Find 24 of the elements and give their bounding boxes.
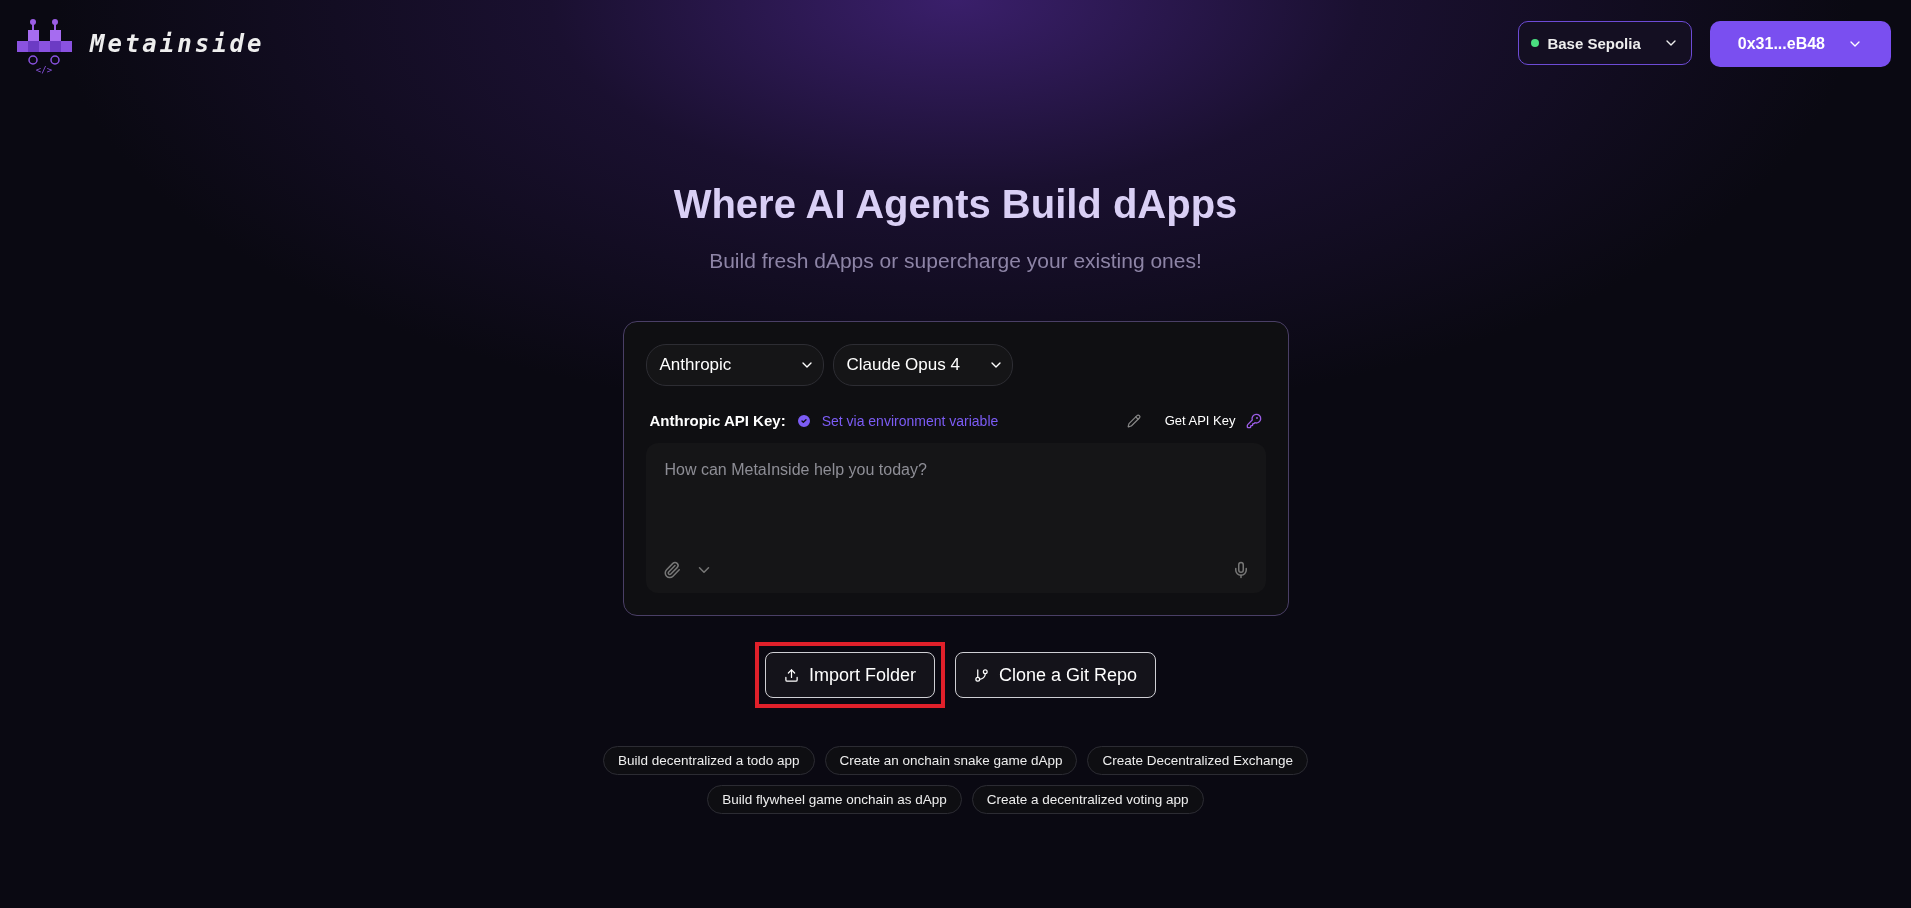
suggestion-chip[interactable]: Create an onchain snake game dApp bbox=[824, 746, 1078, 775]
wallet-button[interactable]: 0x31...eB48 bbox=[1709, 21, 1891, 67]
action-button[interactable]: Import Folder bbox=[764, 652, 935, 698]
prompt-box[interactable]: How can MetaInside help you today? bbox=[645, 443, 1266, 593]
logo-text: Metainside bbox=[90, 30, 265, 58]
key-icon bbox=[1245, 412, 1262, 429]
model-select[interactable]: Claude Opus 4 bbox=[832, 344, 1013, 386]
suggestion-chip[interactable]: Create a decentralized voting app bbox=[971, 785, 1204, 814]
branch-icon bbox=[974, 667, 989, 683]
prompt-field[interactable]: How can MetaInside help you today? bbox=[662, 459, 1250, 561]
provider-select[interactable]: Anthropic bbox=[645, 344, 824, 386]
suggestion-chip[interactable]: Build decentralized a todo app bbox=[602, 746, 815, 775]
api-key-status: Set via environment variable bbox=[821, 412, 999, 429]
get-api-key-link[interactable]: Get API Key bbox=[1164, 413, 1236, 428]
paperclip-icon[interactable] bbox=[662, 561, 681, 579]
suggestion-chip[interactable]: Create Decentralized Exchange bbox=[1087, 746, 1309, 775]
page-subtitle: Build fresh dApps or supercharge your existing ones! bbox=[709, 249, 1202, 273]
api-key-label: Anthropic API Key: bbox=[649, 412, 786, 429]
page-title: Where AI Agents Build dApps bbox=[673, 182, 1238, 227]
action-button[interactable]: Clone a Git Repo bbox=[955, 652, 1157, 698]
upload-icon bbox=[783, 667, 799, 683]
edit-icon[interactable] bbox=[1126, 413, 1141, 428]
suggestion-chip[interactable]: Build flywheel game onchain as dApp bbox=[707, 785, 962, 814]
network-select[interactable]: Base Sepolia bbox=[1518, 21, 1692, 65]
